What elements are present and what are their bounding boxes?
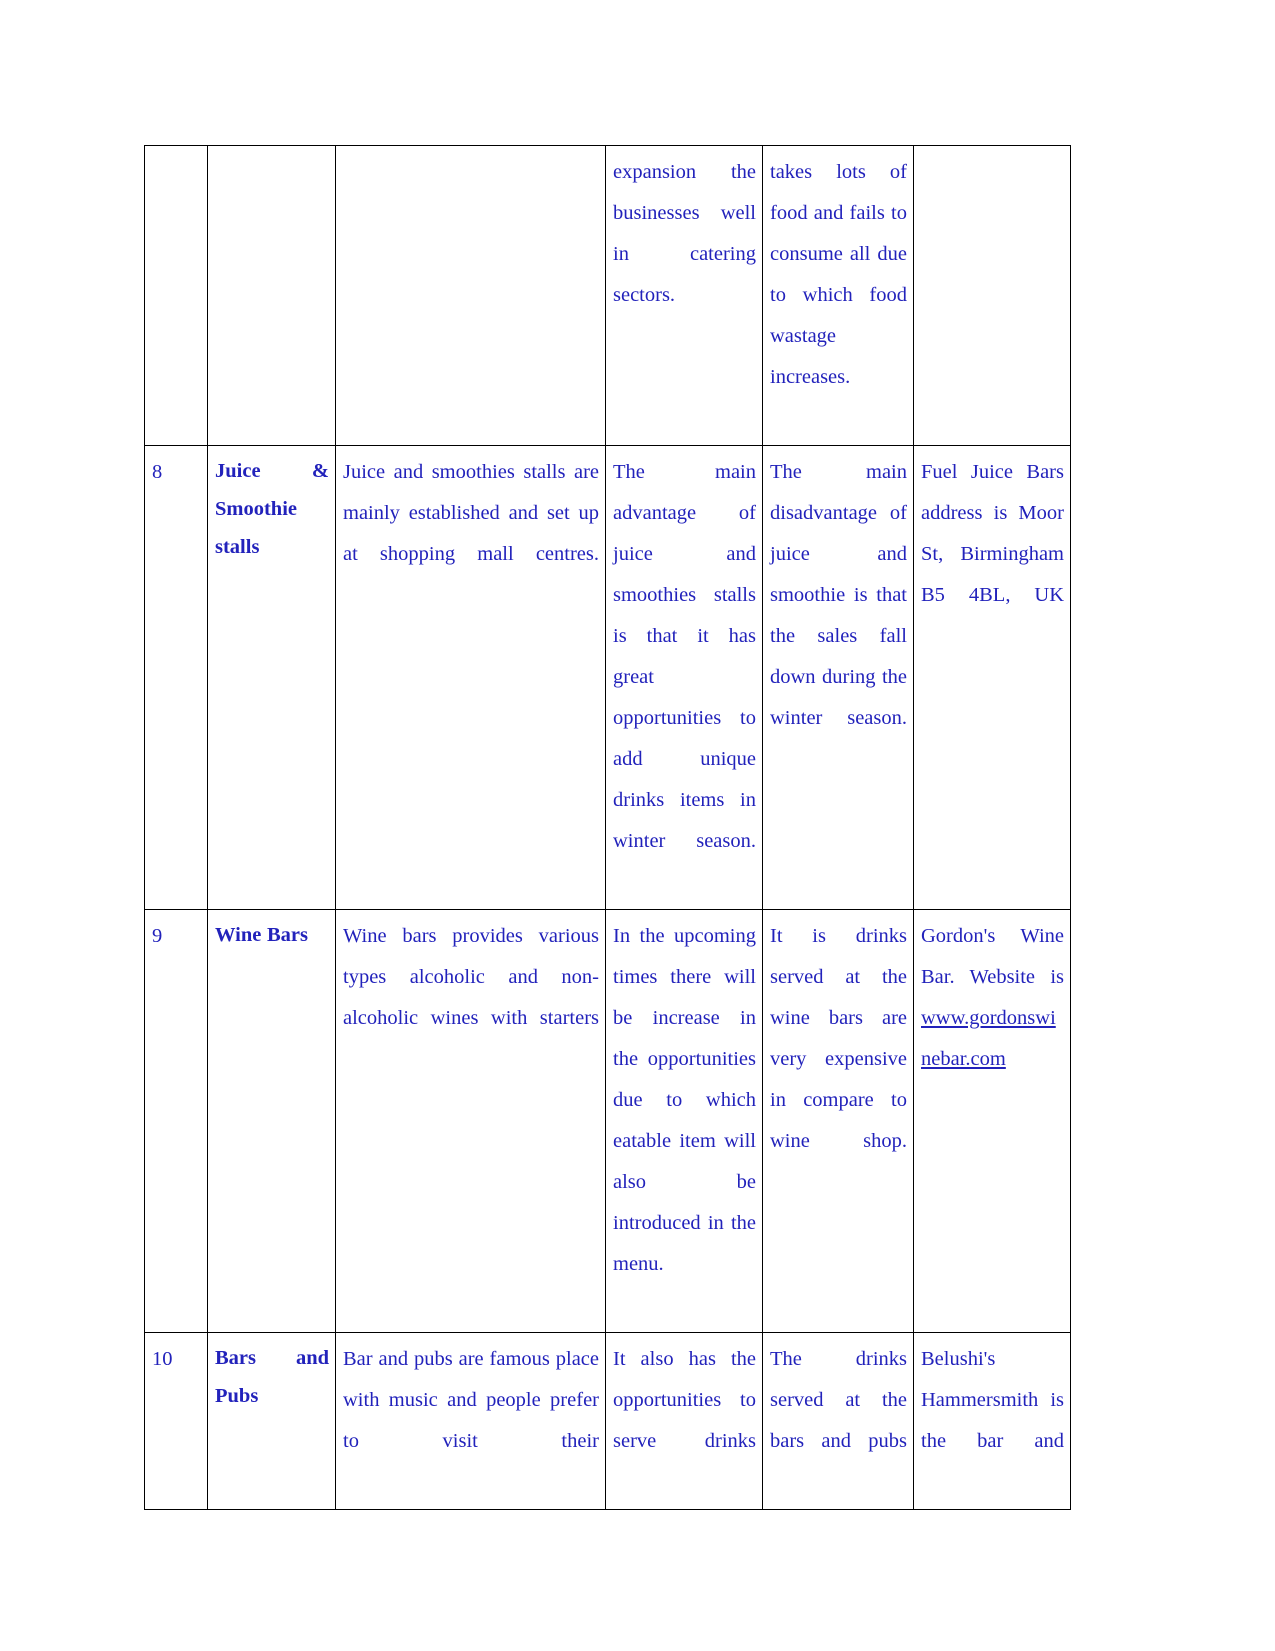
disadvantage-text: It is drinks served at the wine bars are… — [770, 925, 907, 1152]
cell-example: Belushi's Hammersmith is the bar and — [913, 1332, 1071, 1510]
cell-name: Bars and Pubs — [207, 1332, 336, 1510]
advantage-text: In the upcoming times there will be incr… — [613, 925, 756, 1275]
cell-disadvantage: The drinks served at the bars and pubs — [762, 1332, 914, 1510]
disadvantage-text: The drinks served at the bars and pubs — [770, 1348, 907, 1452]
cell-disadvantage: The main disadvantage of juice and smoot… — [762, 445, 914, 910]
advantage-text: The main advantage of juice and smoothie… — [613, 461, 756, 852]
website-link[interactable]: www.gordonswinebar.com — [921, 1007, 1056, 1070]
cell-name: Juice & Smoothie stalls — [207, 445, 336, 910]
cell-number: 8 — [144, 445, 208, 910]
cell-disadvantage-continued: takes lots of food and fails to consume … — [762, 145, 914, 446]
advantage-text-continued: expansion the businesses well in caterin… — [613, 161, 756, 306]
example-text: Gordon's Wine Bar. Website is — [921, 925, 1064, 988]
cell-description-continued — [335, 145, 606, 446]
disadvantage-text: The main disadvantage of juice and smoot… — [770, 461, 907, 729]
table-row: expansion the businesses well in caterin… — [144, 145, 1071, 446]
name-text: Bars and Pubs — [215, 1347, 329, 1407]
example-text: Belushi's Hammersmith is the bar and — [921, 1348, 1064, 1452]
description-text: Juice and smoothies stalls are mainly es… — [343, 461, 599, 565]
cell-name: Wine Bars — [207, 909, 336, 1333]
name-text: Wine Bars — [215, 924, 308, 946]
cell-example: Gordon's Wine Bar. Website is www.gordon… — [913, 909, 1071, 1333]
business-types-table: expansion the businesses well in caterin… — [144, 145, 1071, 1510]
cell-description: Juice and smoothies stalls are mainly es… — [335, 445, 606, 910]
cell-advantage: The main advantage of juice and smoothie… — [605, 445, 763, 910]
cell-number-continued — [144, 145, 208, 446]
cell-advantage: It also has the opportunities to serve d… — [605, 1332, 763, 1510]
cell-example: Fuel Juice Bars address is Moor St, Birm… — [913, 445, 1071, 910]
table-row: 8 Juice & Smoothie stalls Juice and smoo… — [144, 445, 1071, 910]
document-page: expansion the businesses well in caterin… — [0, 0, 1275, 1651]
table-row: 9 Wine Bars Wine bars provides various t… — [144, 909, 1071, 1333]
advantage-text: It also has the opportunities to serve d… — [613, 1348, 756, 1452]
cell-advantage: In the upcoming times there will be incr… — [605, 909, 763, 1333]
cell-description: Wine bars provides various types alcohol… — [335, 909, 606, 1333]
example-text-block: Gordon's Wine Bar. Website is www.gordon… — [921, 916, 1064, 1121]
description-text: Wine bars provides various types alcohol… — [343, 925, 599, 1029]
name-text: Juice & Smoothie stalls — [215, 460, 329, 558]
disadvantage-text-continued: takes lots of food and fails to consume … — [770, 161, 907, 388]
example-text: Fuel Juice Bars address is Moor St, Birm… — [921, 461, 1064, 606]
cell-number: 10 — [144, 1332, 208, 1510]
cell-advantage-continued: expansion the businesses well in caterin… — [605, 145, 763, 446]
table-row: 10 Bars and Pubs Bar and pubs are famous… — [144, 1332, 1071, 1510]
cell-example-continued — [913, 145, 1071, 446]
cell-description: Bar and pubs are famous place with music… — [335, 1332, 606, 1510]
cell-number: 9 — [144, 909, 208, 1333]
description-text: Bar and pubs are famous place with music… — [343, 1348, 599, 1452]
cell-name-continued — [207, 145, 336, 446]
cell-disadvantage: It is drinks served at the wine bars are… — [762, 909, 914, 1333]
